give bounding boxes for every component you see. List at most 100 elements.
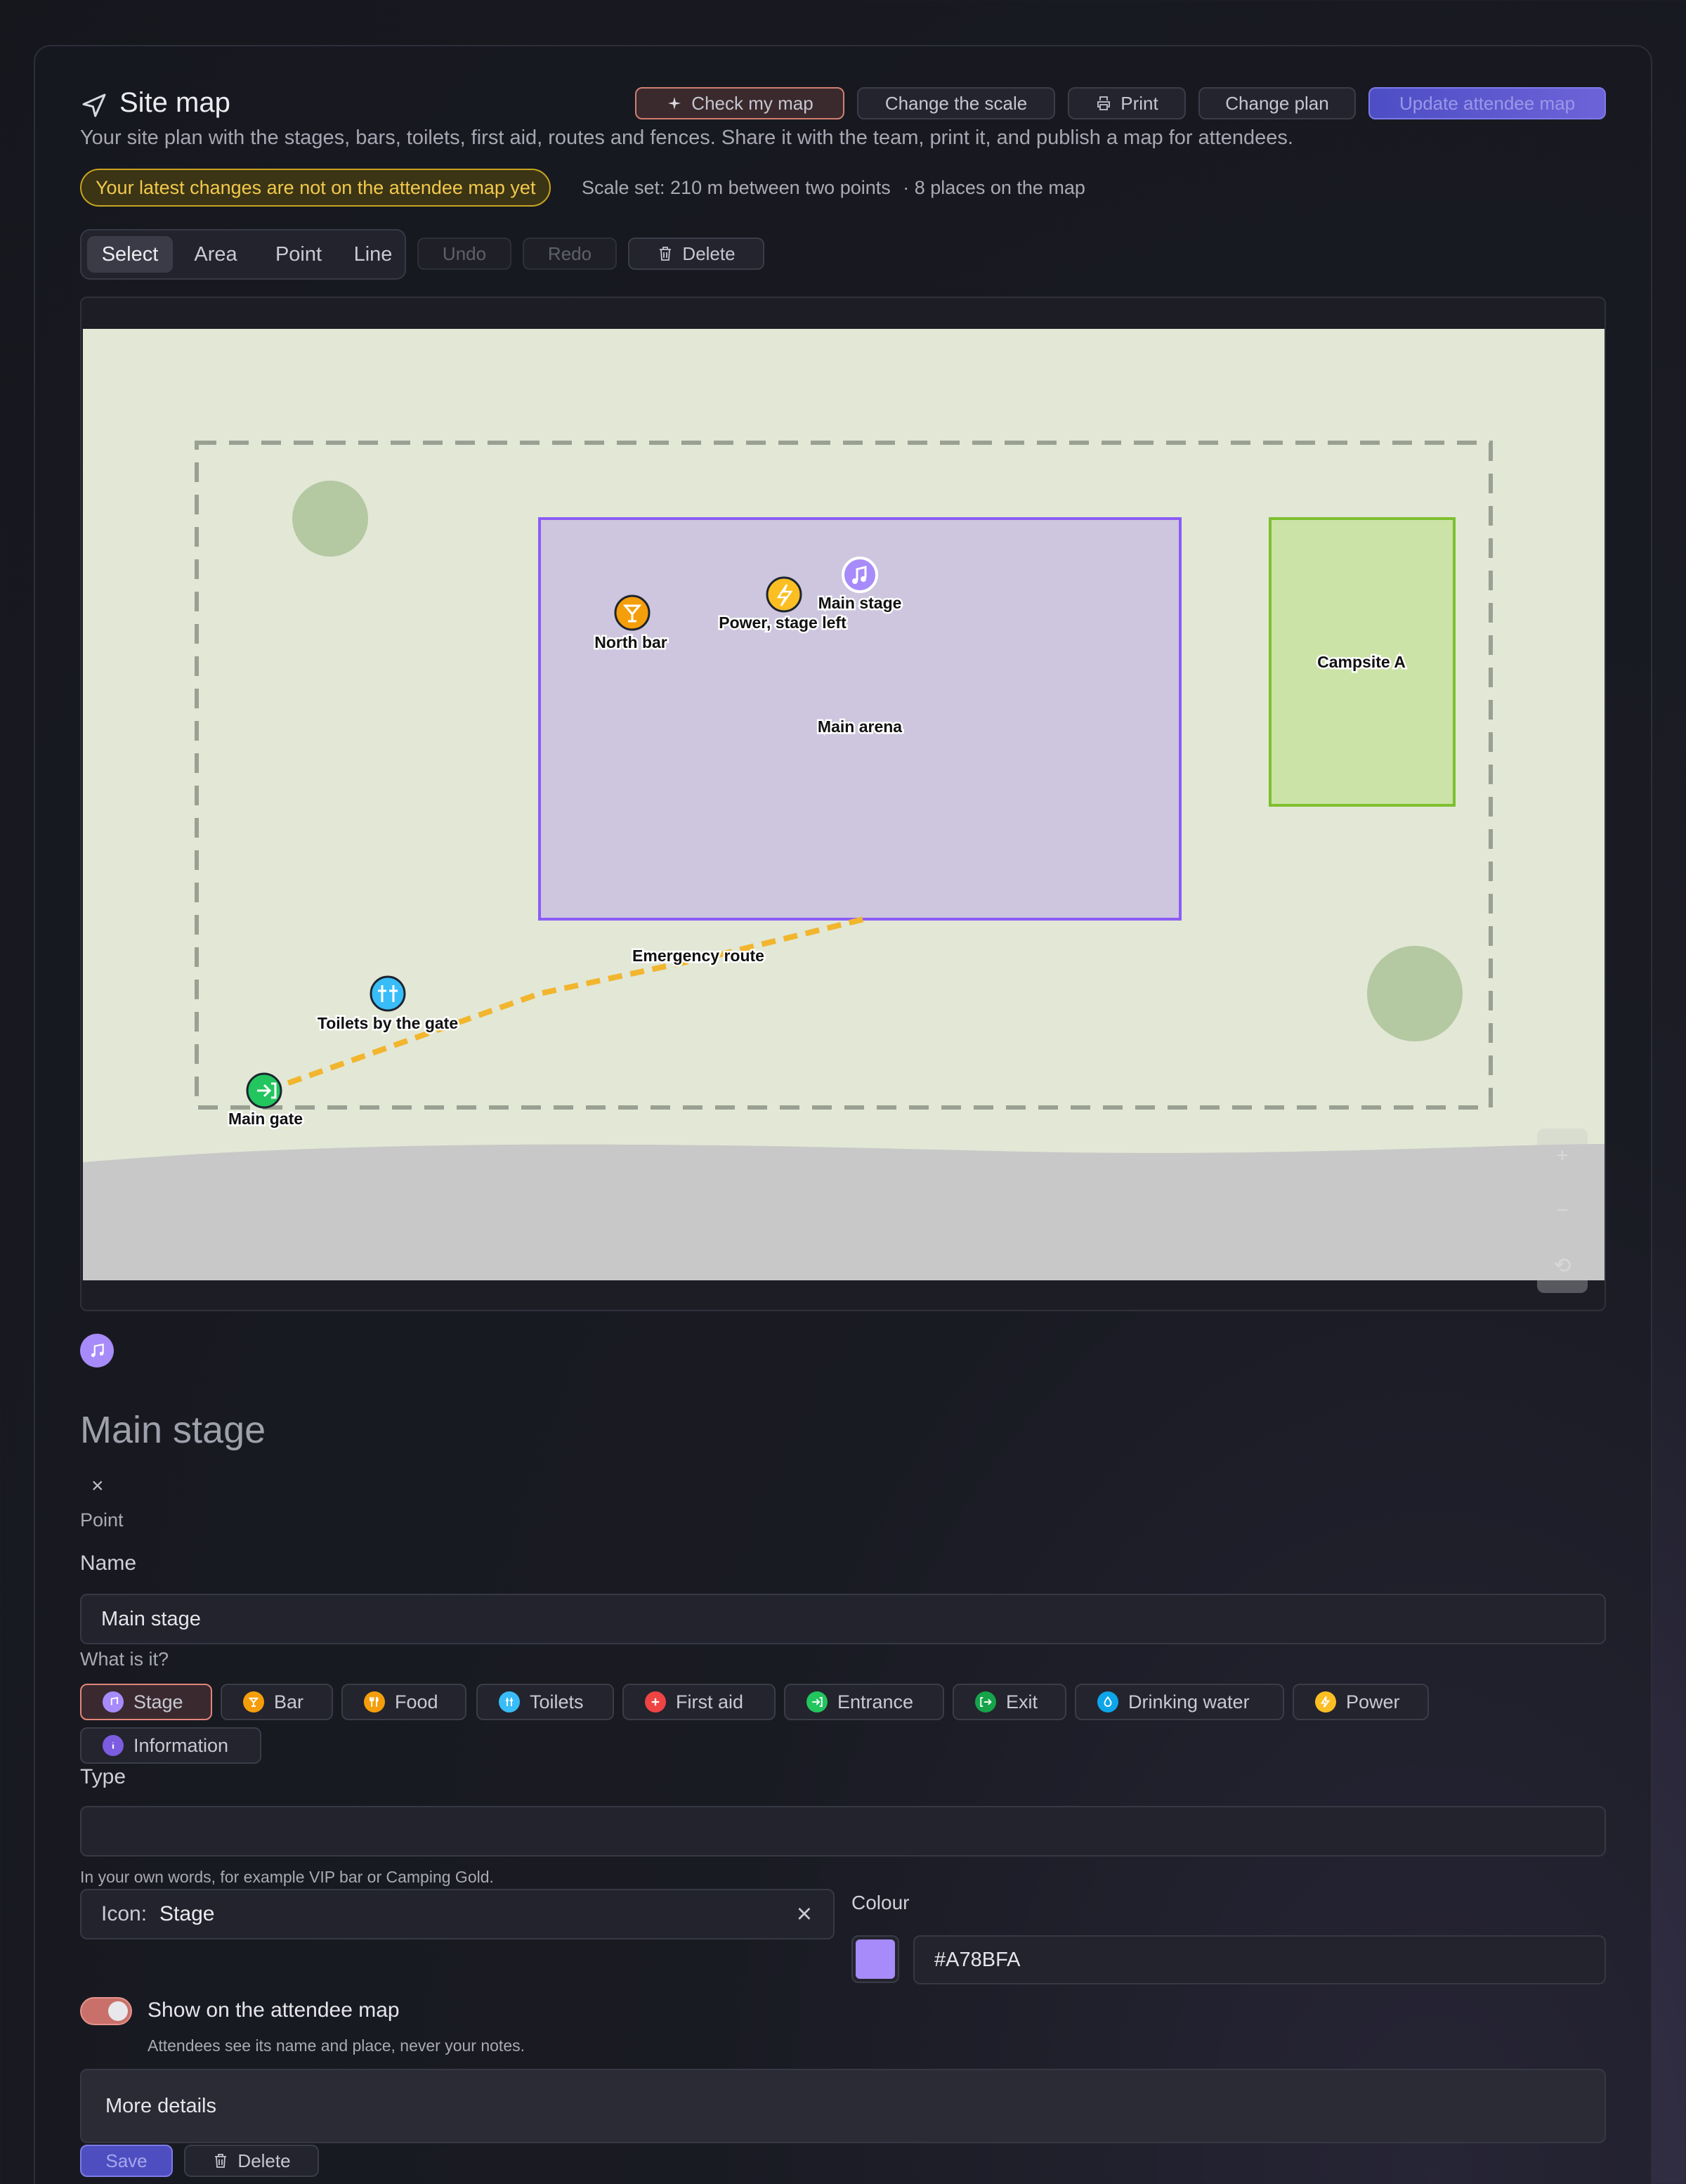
- music-icon: [103, 1691, 124, 1712]
- detail-delete-button[interactable]: Delete: [184, 2145, 319, 2177]
- mode-area[interactable]: Area: [177, 236, 254, 273]
- more-details-section[interactable]: More details: [80, 2069, 1606, 2143]
- info-icon: [103, 1735, 124, 1756]
- main-gate-marker[interactable]: [246, 1072, 282, 1109]
- main-arena-label: Main arena: [818, 717, 902, 736]
- enter-icon: [806, 1691, 828, 1712]
- clear-icon[interactable]: ×: [797, 1899, 812, 1930]
- icon-picker[interactable]: Icon: Stage ×: [80, 1889, 835, 1939]
- save-button[interactable]: Save: [80, 2145, 173, 2177]
- cocktail-icon: [243, 1691, 264, 1712]
- type-chip-label: Stage: [133, 1691, 183, 1712]
- type-chip-label: Food: [395, 1691, 438, 1712]
- update-attendee-map-label: Update attendee map: [1399, 92, 1576, 114]
- colour-swatch[interactable]: [851, 1935, 899, 1983]
- scale-text: Scale set: 210 m between two points: [582, 177, 891, 198]
- type-label: Type: [80, 1765, 126, 1788]
- main-stage-marker[interactable]: [842, 557, 878, 593]
- page-subtitle: Your site plan with the stages, bars, to…: [80, 126, 1293, 149]
- north-bar-label: North bar: [594, 633, 667, 651]
- toilets-marker[interactable]: [370, 975, 406, 1012]
- north-bar-marker[interactable]: [614, 594, 651, 631]
- type-chip-label: Toilets: [530, 1691, 584, 1712]
- sparkle-icon: [668, 97, 681, 110]
- zoom-controls: + − ⟲: [1537, 1129, 1588, 1293]
- trash-icon: [215, 2154, 227, 2168]
- music-icon: [91, 1344, 104, 1358]
- type-hint: In your own words, for example VIP bar o…: [80, 1868, 494, 1886]
- places-count: · 8 places on the map: [903, 177, 1085, 198]
- type-chip-label: Drinking water: [1128, 1691, 1250, 1712]
- zoom-in-button[interactable]: +: [1537, 1129, 1588, 1183]
- detail-kind: Point: [80, 1509, 124, 1530]
- exit-icon: [975, 1691, 996, 1712]
- toolbar-delete-button[interactable]: Delete: [628, 238, 764, 270]
- type-chip-food[interactable]: Food: [341, 1684, 466, 1720]
- type-chip-label: Information: [133, 1734, 229, 1756]
- type-chip-bar[interactable]: Bar: [221, 1684, 333, 1720]
- navigation-icon: [82, 93, 106, 117]
- print-button[interactable]: Print: [1068, 87, 1186, 119]
- show-on-map-toggle[interactable]: [80, 1997, 132, 2025]
- close-detail-button[interactable]: ×: [91, 1474, 104, 1498]
- toilets-label: Toilets by the gate: [318, 1014, 458, 1032]
- name-label: Name: [80, 1552, 137, 1575]
- type-chip-information[interactable]: Information: [80, 1727, 261, 1764]
- type-chip-exit[interactable]: Exit: [953, 1684, 1066, 1720]
- emergency-route-label: Emergency route: [632, 947, 764, 965]
- colour-input[interactable]: #A78BFA: [913, 1935, 1606, 1984]
- type-chip-label: Entrance: [837, 1691, 914, 1712]
- mode-line[interactable]: Line: [343, 236, 403, 273]
- selected-stage-icon: [80, 1334, 114, 1367]
- undo-button[interactable]: Undo: [417, 238, 511, 270]
- change-scale-label: Change the scale: [884, 92, 1028, 114]
- update-attendee-map-button[interactable]: Update attendee map: [1368, 87, 1606, 119]
- change-plan-label: Change plan: [1225, 92, 1329, 114]
- zoom-out-button[interactable]: −: [1537, 1183, 1588, 1238]
- type-chip-label: First aid: [676, 1691, 744, 1712]
- type-chip-drinking-water[interactable]: Drinking water: [1075, 1684, 1284, 1720]
- colour-label: Colour: [851, 1892, 910, 1913]
- type-chip-label: Exit: [1006, 1691, 1038, 1712]
- mode-point[interactable]: Point: [259, 236, 339, 273]
- print-label: Print: [1120, 92, 1158, 114]
- tree: [1367, 946, 1463, 1041]
- type-input[interactable]: [80, 1806, 1606, 1857]
- trash-icon: [660, 247, 672, 261]
- type-chip-power[interactable]: Power: [1293, 1684, 1429, 1720]
- bolt-icon: [1315, 1691, 1336, 1712]
- icon-label: Icon:: [101, 1902, 148, 1925]
- show-on-map-label: Show on the attendee map: [148, 1998, 400, 2022]
- redo-button[interactable]: Redo: [523, 238, 617, 270]
- icon-value: Stage: [159, 1902, 215, 1925]
- type-chip-label: Bar: [274, 1691, 304, 1712]
- detail-title: Main stage: [80, 1409, 266, 1451]
- type-chip-first-aid[interactable]: First aid: [622, 1684, 776, 1720]
- toilets-icon: [499, 1691, 520, 1712]
- toolbar-delete-label: Delete: [682, 242, 736, 264]
- power-marker[interactable]: [766, 576, 802, 613]
- site-map-svg[interactable]: Main arena Campsite A North bar Power, s…: [83, 329, 1606, 1280]
- type-chip-label: Power: [1346, 1691, 1400, 1712]
- scale-status: Scale set: 210 m between two points · 8 …: [582, 177, 1085, 199]
- type-chip-entrance[interactable]: Entrance: [784, 1684, 944, 1720]
- show-on-map-hint: Attendees see its name and place, never …: [148, 2036, 525, 2055]
- change-plan-button[interactable]: Change plan: [1198, 87, 1356, 119]
- type-chip-stage[interactable]: Stage: [80, 1684, 212, 1720]
- draw-mode-selector: Select Area Point Line: [80, 229, 406, 280]
- name-input[interactable]: Main stage: [80, 1594, 1606, 1644]
- check-map-button[interactable]: Check my map: [635, 87, 844, 119]
- zoom-reset-button[interactable]: ⟲: [1537, 1238, 1588, 1293]
- type-chip-toilets[interactable]: Toilets: [476, 1684, 614, 1720]
- printer-icon: [1097, 96, 1111, 110]
- campsite-label: Campsite A: [1317, 653, 1406, 671]
- what-is-it-label: What is it?: [80, 1649, 169, 1670]
- change-scale-button[interactable]: Change the scale: [857, 87, 1055, 119]
- page-title: Site map: [119, 87, 230, 118]
- power-label: Power, stage left: [719, 613, 847, 632]
- check-map-label: Check my map: [691, 92, 813, 114]
- map-canvas[interactable]: Main arena Campsite A North bar Power, s…: [80, 297, 1606, 1311]
- droplet-icon: [1097, 1691, 1118, 1712]
- mode-select[interactable]: Select: [87, 236, 173, 273]
- map-road-area: [83, 1144, 1605, 1280]
